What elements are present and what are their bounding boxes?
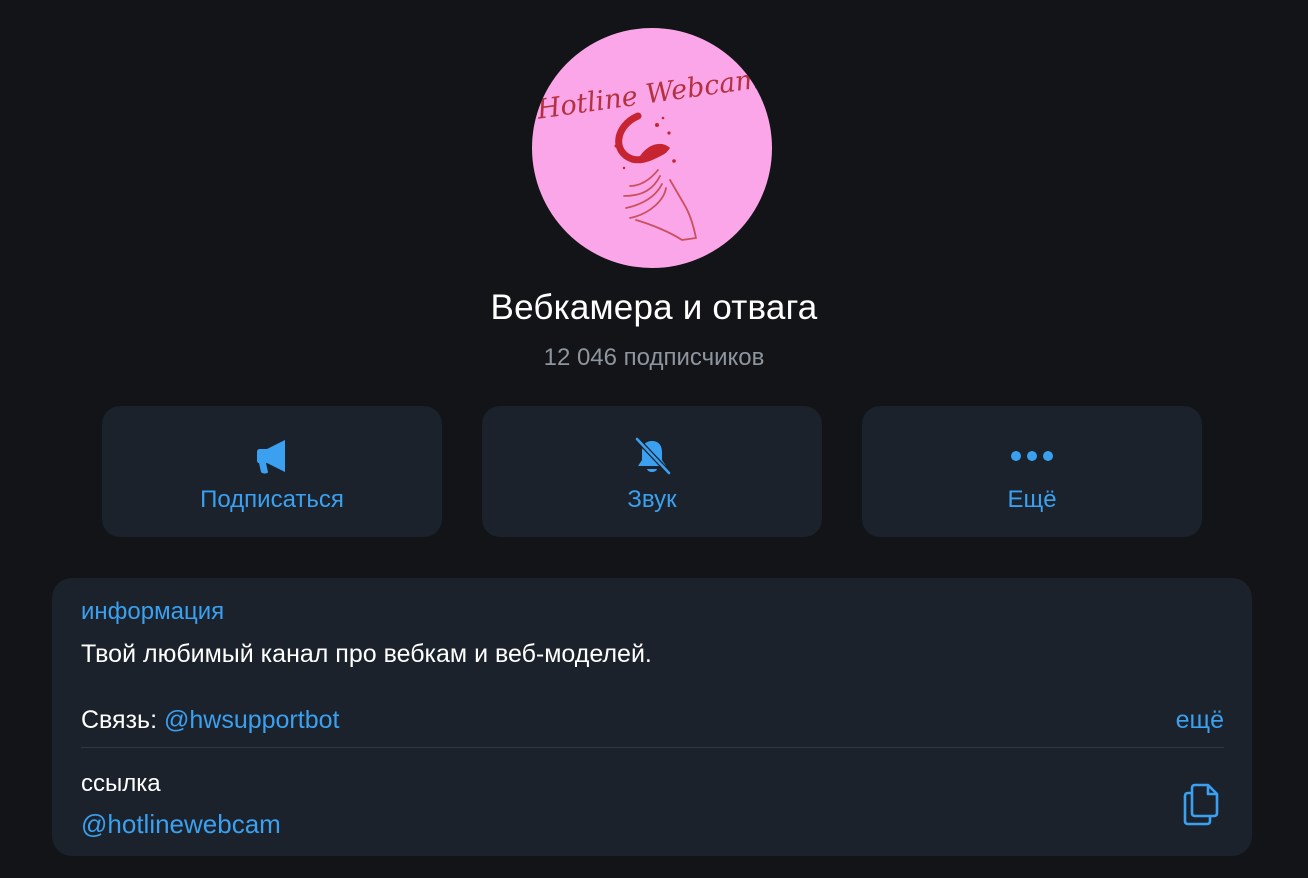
- link-label: ссылка: [81, 770, 161, 797]
- subscriber-count: 12 046 подписчиков: [543, 344, 765, 371]
- bell-muted-icon: [482, 436, 822, 476]
- hotline-webcam-logo: Hotline Webcam: [534, 64, 763, 241]
- copy-icon[interactable]: [1182, 782, 1222, 826]
- support-bot-link[interactable]: @hwsupportbot: [164, 706, 339, 734]
- channel-title: Вебкамера и отвага: [490, 288, 818, 327]
- sound-button[interactable]: Звук: [482, 406, 822, 537]
- contact-line: Связь: @hwsupportbot: [81, 706, 339, 735]
- more-label: Ещё: [1007, 486, 1057, 513]
- contact-prefix: Связь:: [81, 706, 164, 734]
- sound-label: Звук: [627, 486, 677, 513]
- svg-text:Hotline Webcam: Hotline Webcam: [534, 64, 763, 126]
- subscribe-label: Подписаться: [200, 486, 344, 513]
- expand-description-link[interactable]: ещё: [1176, 706, 1224, 735]
- megaphone-icon: [102, 436, 442, 476]
- info-card: информация Твой любимый канал про вебкам…: [52, 578, 1252, 856]
- info-heading: информация: [81, 598, 225, 625]
- channel-avatar[interactable]: Hotline Webcam: [532, 28, 772, 268]
- channel-username-link[interactable]: @hotlinewebcam: [81, 809, 281, 840]
- subscribe-button[interactable]: Подписаться: [102, 406, 442, 537]
- divider: [81, 747, 1224, 748]
- more-button[interactable]: Ещё: [862, 406, 1202, 537]
- more-dots-icon: [862, 436, 1202, 476]
- channel-description: Твой любимый канал про вебкам и веб-моде…: [81, 640, 652, 668]
